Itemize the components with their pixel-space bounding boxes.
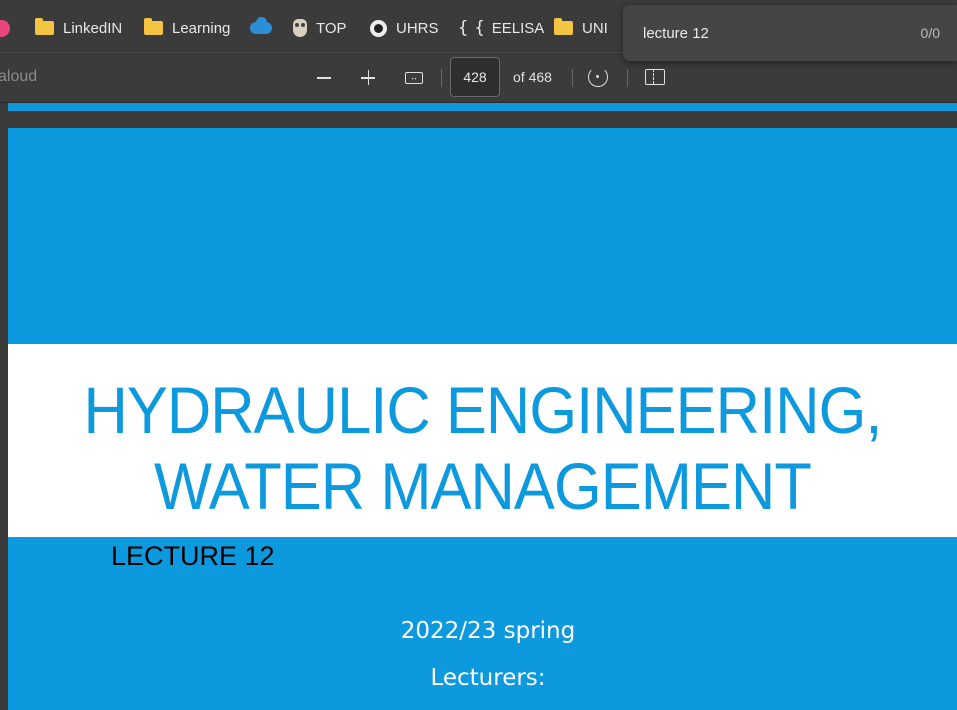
onedrive-cloud-icon	[250, 17, 272, 34]
bookmark-uhrs[interactable]: UHRS	[370, 17, 439, 39]
lecture-label: LECTURE 12	[111, 541, 275, 571]
lecturers-heading: Lecturers:	[430, 665, 546, 691]
bookmark-uni[interactable]: UNI	[554, 17, 608, 39]
bookmark-label: LinkedIN	[63, 19, 123, 37]
bookmark-label: UNI	[582, 19, 608, 37]
find-result-count: 0/0	[920, 25, 940, 41]
bookmark-label: TOP	[316, 19, 347, 37]
page-view-icon[interactable]	[645, 69, 665, 85]
toolbar-divider	[441, 69, 442, 87]
bookmark-top[interactable]: TOP	[293, 17, 347, 39]
page-number-input[interactable]	[450, 57, 500, 97]
bookmark-label: Learning	[172, 19, 231, 37]
semester-text: 2022/23 spring	[400, 618, 576, 644]
bookmark-onedrive[interactable]	[250, 17, 281, 39]
slide-title: HYDRAULIC ENGINEERING, WATER MANAGEMENT	[41, 372, 924, 524]
bookmark-learning[interactable]: Learning	[144, 17, 230, 39]
bookmark-label: EELISA	[491, 19, 545, 37]
zoom-out-icon[interactable]	[315, 65, 333, 89]
app-icon[interactable]	[0, 20, 10, 37]
title-band: HYDRAULIC ENGINEERING, WATER MANAGEMENT	[8, 344, 957, 537]
zoom-in-icon[interactable]	[359, 65, 377, 89]
pdf-page: HYDRAULIC ENGINEERING, WATER MANAGEMENT L…	[8, 128, 957, 710]
page-total-label: of 468	[513, 69, 552, 85]
folder-icon	[35, 18, 54, 35]
owl-icon	[293, 19, 307, 37]
find-bar: 0/0	[623, 5, 957, 61]
folder-icon	[144, 18, 163, 35]
page-gap	[0, 111, 957, 128]
read-aloud-button[interactable]: aloud	[0, 68, 37, 86]
bookmark-label: UHRS	[396, 19, 439, 37]
rotate-icon[interactable]	[588, 67, 608, 87]
folder-icon	[554, 18, 573, 35]
fit-to-width-icon[interactable]: ↔	[405, 72, 423, 84]
uhrs-icon	[370, 19, 387, 37]
bookmark-linkedin[interactable]: LinkedIN	[35, 17, 122, 39]
braces-icon: { {	[458, 18, 485, 38]
toolbar-divider	[572, 69, 573, 87]
previous-page-edge	[8, 103, 957, 111]
bookmark-eelisa[interactable]: { { EELISA	[458, 17, 544, 39]
slide-title-text: HYDRAULIC ENGINEERING, WATER MANAGEMENT	[83, 373, 882, 523]
find-input[interactable]	[643, 23, 883, 43]
toolbar-divider	[627, 69, 628, 87]
